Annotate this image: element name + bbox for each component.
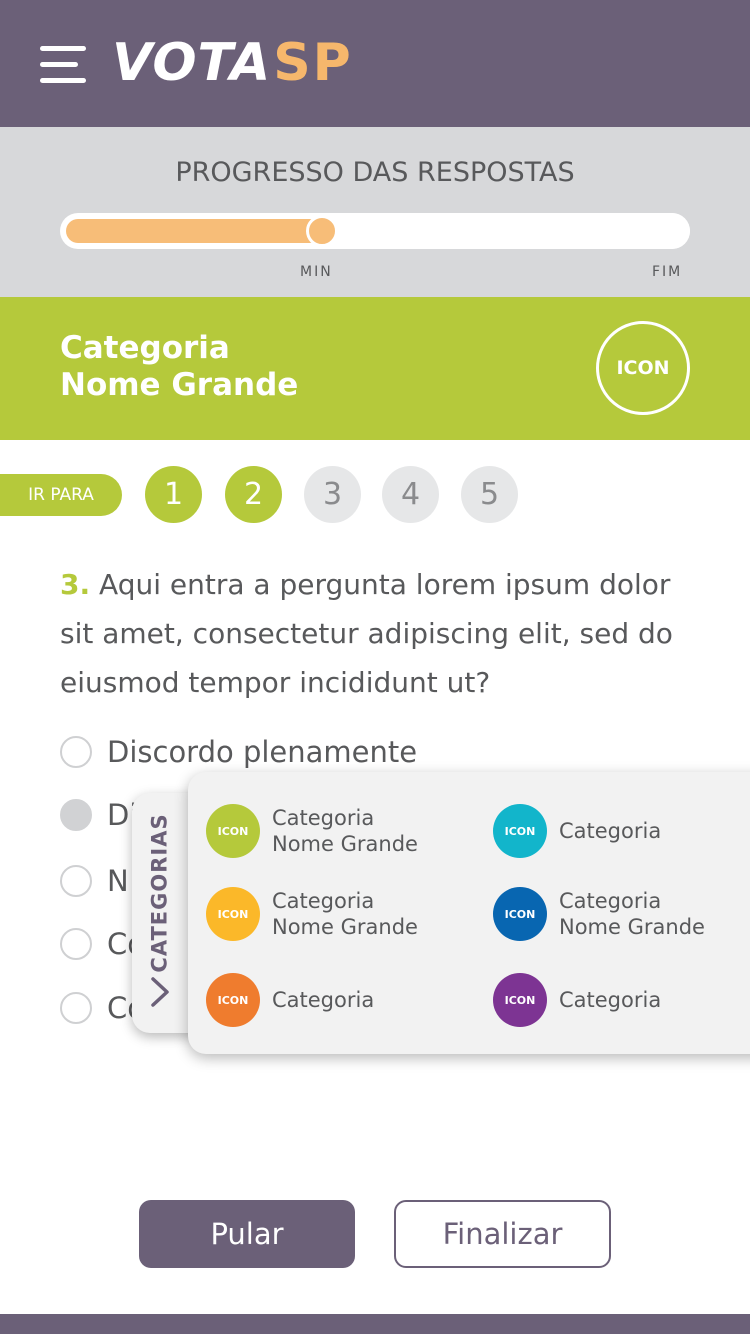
radio-button[interactable] (60, 928, 92, 960)
votasp-logo: VOTA SP (112, 28, 353, 98)
radio-button[interactable] (60, 865, 92, 897)
category-item-label: Categoria Nome Grande (559, 888, 705, 940)
app-header: VOTA SP (0, 0, 750, 127)
hamburger-menu-icon[interactable] (40, 42, 86, 88)
category-icon: ICON (493, 973, 547, 1027)
progress-knob[interactable] (306, 215, 338, 247)
progress-fill (66, 219, 322, 243)
category-item-label: Categoria Nome Grande (272, 888, 418, 940)
step-1-button[interactable]: 1 (145, 466, 202, 523)
progress-title: PROGRESSO DAS RESPOSTAS (175, 157, 575, 188)
progress-min-label: MIN (300, 264, 333, 280)
question-number: 3. (60, 568, 91, 601)
category-icon: ICON (206, 887, 260, 941)
logo-vota-text: VOTA (112, 33, 272, 93)
progress-end-marker (654, 213, 690, 249)
category-title-line1: Categoria (60, 330, 230, 366)
category-icon: ICON (596, 321, 690, 415)
step-2-button[interactable]: 2 (225, 466, 282, 523)
categories-tab-label: CATEGORIAS (148, 813, 172, 973)
category-item-line1: Categoria (559, 819, 662, 843)
answer-option-label: N (107, 864, 129, 898)
category-item-line2: Nome Grande (559, 915, 705, 939)
goto-label: IR PARA (0, 474, 122, 516)
answer-option-label: Discordo plenamente (107, 735, 418, 769)
category-item[interactable]: ICON Categoria (493, 973, 661, 1027)
category-item[interactable]: ICON Categoria Nome Grande (206, 804, 418, 858)
current-category-banner: Categoria Nome Grande ICON (0, 297, 750, 440)
answers-progress-section: PROGRESSO DAS RESPOSTAS MIN FIM (0, 127, 750, 297)
category-icon: ICON (493, 804, 547, 858)
category-item[interactable]: ICON Categoria Nome Grande (493, 887, 705, 941)
category-item[interactable]: ICON Categoria Nome Grande (206, 887, 418, 941)
question-text: 3. Aqui entra a pergunta lorem ipsum dol… (60, 560, 700, 707)
chevron-right-icon[interactable] (148, 976, 172, 1008)
answer-option[interactable]: Discordo plenamente (60, 734, 417, 770)
finish-button[interactable]: Finalizar (394, 1200, 611, 1268)
category-item-line1: Categoria (272, 988, 375, 1012)
category-title: Categoria Nome Grande (60, 330, 298, 404)
radio-button[interactable] (60, 736, 92, 768)
logo-sp-text: SP (273, 33, 353, 93)
category-item[interactable]: ICON Categoria (493, 804, 661, 858)
categories-panel: ICON Categoria Nome Grande ICON Categoria ICO… (188, 772, 750, 1054)
question-body: Aqui entra a pergunta lorem ipsum dolor … (60, 568, 673, 699)
radio-button[interactable] (60, 799, 92, 831)
step-5-button[interactable]: 5 (461, 466, 518, 523)
category-title-line2: Nome Grande (60, 367, 299, 403)
step-4-button[interactable]: 4 (382, 466, 439, 523)
category-icon: ICON (493, 887, 547, 941)
category-item-line2: Nome Grande (272, 915, 418, 939)
category-item-line1: Categoria (272, 889, 375, 913)
category-item-line1: Categoria (272, 806, 375, 830)
category-icon: ICON (206, 973, 260, 1027)
category-item-line2: Nome Grande (272, 832, 418, 856)
category-item-label: Categoria (559, 987, 661, 1013)
category-item-label: Categoria (559, 818, 661, 844)
answer-option[interactable]: N (60, 863, 129, 899)
category-icon: ICON (206, 804, 260, 858)
answer-option[interactable]: Di (60, 797, 137, 833)
category-item-label: Categoria (272, 987, 374, 1013)
category-item-label: Categoria Nome Grande (272, 805, 418, 857)
skip-button[interactable]: Pular (139, 1200, 355, 1268)
category-item-line1: Categoria (559, 889, 662, 913)
radio-button[interactable] (60, 992, 92, 1024)
footer-bar (0, 1314, 750, 1334)
category-item[interactable]: ICON Categoria (206, 973, 374, 1027)
category-item-line1: Categoria (559, 988, 662, 1012)
progress-end-label: FIM (652, 264, 683, 280)
step-3-button[interactable]: 3 (304, 466, 361, 523)
